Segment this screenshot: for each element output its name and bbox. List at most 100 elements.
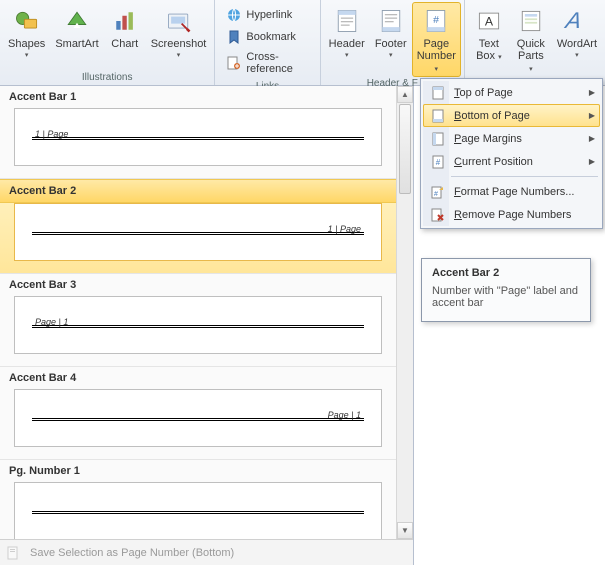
gallery-item[interactable]: Accent Bar 3Page | 1 (0, 274, 396, 367)
bookmark-button[interactable]: Bookmark (222, 26, 312, 48)
gallery-item[interactable]: Pg. Number 1 (0, 460, 396, 539)
format-icon: # (428, 182, 448, 202)
svg-text:#: # (433, 14, 439, 26)
wordart-label: WordArt (557, 37, 597, 50)
menu-bottom-of-page[interactable]: Bottom of Page ▶ (423, 104, 600, 127)
gallery-item-sample-text: 1 | Page (35, 129, 68, 139)
scroll-up-arrow[interactable]: ▲ (397, 86, 413, 103)
page-margins-icon (428, 129, 448, 149)
pagenumber-icon: # (420, 5, 452, 37)
svg-text:A: A (563, 7, 584, 33)
textbox-button[interactable]: A TextBox ▾ (468, 2, 510, 77)
bookmark-icon (226, 29, 242, 45)
menu-page-margins[interactable]: Page Margins ▶ (423, 127, 600, 150)
pagenumber-button[interactable]: # PageNumber ▾ (412, 2, 461, 77)
chart-label: Chart (111, 37, 138, 50)
gallery-item[interactable]: Accent Bar 2 1 | Page (0, 179, 396, 274)
crossref-icon (226, 55, 242, 71)
hyperlink-icon (226, 7, 242, 23)
shapes-button[interactable]: Shapes ▾ (3, 2, 50, 71)
shapes-icon (11, 5, 43, 37)
gallery-item[interactable]: Accent Bar 4 Page | 1 (0, 367, 396, 460)
gallery-scrollbar[interactable]: ▲ ▼ (396, 86, 413, 539)
crossref-button[interactable]: Cross-reference (222, 48, 312, 78)
footer-label: Footer (375, 37, 407, 50)
menu-label: Remove Page Numbers (454, 209, 571, 221)
page-bottom-icon (428, 106, 448, 126)
footer-button[interactable]: Footer ▾ (370, 2, 412, 77)
pagenumber-label: PageNumber ▾ (417, 37, 456, 76)
svg-text:#: # (436, 158, 441, 167)
gallery-item-title: Pg. Number 1 (0, 460, 396, 482)
menu-separator (451, 176, 598, 177)
crossref-label: Cross-reference (246, 51, 308, 75)
quickparts-button[interactable]: QuickParts ▾ (510, 2, 552, 77)
gallery-item-title: Accent Bar 1 (0, 86, 396, 108)
chevron-down-icon: ▾ (177, 51, 181, 59)
group-illustrations-label: Illustrations (3, 71, 211, 84)
menu-remove-page-numbers[interactable]: Remove Page Numbers (423, 203, 600, 226)
header-icon (331, 5, 363, 37)
chevron-down-icon: ▾ (345, 51, 349, 59)
wordart-button[interactable]: A WordArt ▾ (552, 2, 602, 77)
chart-icon (109, 5, 141, 37)
gallery-item-preview: Page | 1 (14, 296, 382, 354)
chevron-down-icon: ▾ (25, 51, 29, 59)
quickparts-label: QuickParts ▾ (515, 37, 547, 76)
submenu-arrow-icon: ▶ (589, 157, 595, 166)
smartart-button[interactable]: SmartArt (50, 2, 103, 71)
textbox-icon: A (473, 5, 505, 37)
scroll-down-arrow[interactable]: ▼ (397, 522, 413, 539)
hyperlink-label: Hyperlink (246, 9, 292, 21)
gallery-footer: Save Selection as Page Number (Bottom) (0, 539, 413, 565)
bookmark-label: Bookmark (246, 31, 296, 43)
gallery-item-sample-text: 1 | Page (328, 224, 361, 234)
screenshot-label: Screenshot (151, 37, 207, 50)
hyperlink-button[interactable]: Hyperlink (222, 4, 312, 26)
header-button[interactable]: Header ▾ (324, 2, 370, 77)
pagenumber-gallery: Accent Bar 1 1 | Page Accent Bar 2 1 | Page… (0, 86, 414, 565)
group-headerfooter: Header ▾ Footer ▾ # PageNumber ▾ Header … (321, 0, 465, 85)
chevron-down-icon: ▾ (389, 51, 393, 59)
shapes-label: Shapes (8, 37, 45, 50)
menu-label: Bottom of Page (454, 110, 530, 122)
menu-format-page-numbers[interactable]: # Format Page Numbers... (423, 180, 600, 203)
menu-current-position[interactable]: # Current Position ▶ (423, 150, 600, 173)
textbox-label: TextBox ▾ (476, 37, 502, 64)
smartart-label: SmartArt (55, 37, 98, 50)
wordart-icon: A (561, 5, 593, 37)
ribbon: Shapes ▾ SmartArt Chart Screenshot (0, 0, 605, 86)
menu-label: Top of Page (454, 87, 513, 99)
header-label: Header (329, 37, 365, 50)
pagenumber-menu: Top of Page ▶ Bottom of Page ▶ Page Marg… (420, 78, 603, 229)
submenu-arrow-icon: ▶ (589, 88, 595, 97)
submenu-arrow-icon: ▶ (589, 134, 595, 143)
submenu-arrow-icon: ▶ (589, 111, 595, 120)
svg-text:A: A (485, 14, 494, 28)
chart-button[interactable]: Chart (104, 2, 146, 71)
gallery-tooltip: Accent Bar 2 Number with "Page" label an… (421, 258, 591, 322)
group-illustrations: Shapes ▾ SmartArt Chart Screenshot (0, 0, 215, 85)
group-links: Hyperlink Bookmark Cross-reference Links (215, 0, 320, 85)
gallery-item-preview: 1 | Page (14, 203, 382, 261)
scroll-thumb[interactable] (399, 104, 411, 194)
footer-icon (375, 5, 407, 37)
gallery-item-sample-text: Page | 1 (35, 317, 68, 327)
chevron-down-icon: ▾ (575, 51, 579, 59)
gallery-item-preview (14, 482, 382, 539)
save-selection-icon (6, 545, 22, 561)
remove-icon (428, 205, 448, 225)
screenshot-button[interactable]: Screenshot ▾ (146, 2, 212, 71)
menu-label: Format Page Numbers... (454, 186, 574, 198)
menu-top-of-page[interactable]: Top of Page ▶ (423, 81, 600, 104)
gallery-item-title: Accent Bar 4 (0, 367, 396, 389)
gallery-item-preview: Page | 1 (14, 389, 382, 447)
gallery-item[interactable]: Accent Bar 1 1 | Page (0, 86, 396, 179)
gallery-item-title: Accent Bar 2 (0, 179, 396, 203)
quickparts-icon (515, 5, 547, 37)
svg-text:#: # (434, 191, 438, 198)
smartart-icon (61, 5, 93, 37)
page-top-icon (428, 83, 448, 103)
gallery-item-sample-text: Page | 1 (328, 410, 361, 420)
save-selection-label: Save Selection as Page Number (Bottom) (30, 547, 234, 559)
